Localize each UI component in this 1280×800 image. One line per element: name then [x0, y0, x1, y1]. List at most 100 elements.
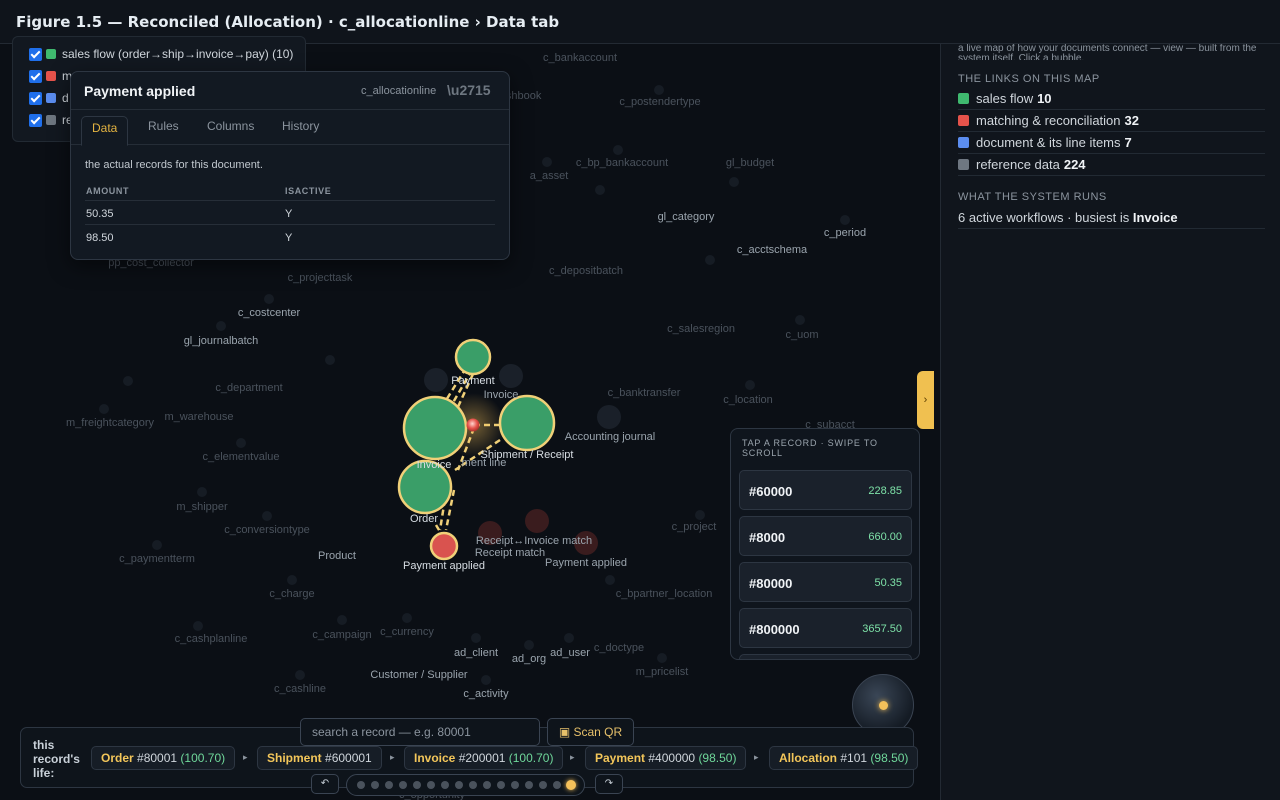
map-node-label[interactable]: gl_budget [726, 157, 774, 169]
record-card[interactable]: #800000 3657.50 [739, 608, 912, 648]
timeline-step-dot[interactable] [357, 781, 365, 789]
map-node-label[interactable]: m_warehouse [164, 411, 233, 423]
map-node-label[interactable]: c_paymentterm [119, 553, 195, 565]
background-node[interactable] [695, 510, 705, 520]
background-node[interactable] [193, 621, 203, 631]
timeline-step-dot[interactable] [385, 781, 393, 789]
timeline-scrubber[interactable] [346, 774, 585, 796]
background-node[interactable] [705, 255, 715, 265]
map-node-label[interactable]: c_conversiontype [224, 524, 310, 536]
filter-row-matching[interactable]: m [29, 69, 72, 83]
background-node[interactable] [216, 321, 226, 331]
tab-columns[interactable]: Columns [207, 119, 254, 133]
record-card[interactable] [739, 654, 912, 659]
map-node-label[interactable]: Payment applied [403, 560, 485, 572]
map-node-label[interactable]: Accounting journal [565, 431, 656, 443]
timeline-step-dot[interactable] [553, 781, 561, 789]
redo-button[interactable]: ↷ [595, 774, 623, 794]
dim-node[interactable] [424, 368, 448, 392]
timeline-step-dot[interactable] [483, 781, 491, 789]
map-node-label[interactable]: c_cashplanline [175, 633, 248, 645]
timeline-step-dot[interactable] [427, 781, 435, 789]
map-node-label[interactable]: c_depositbatch [549, 265, 623, 277]
background-node[interactable] [471, 633, 481, 643]
background-node[interactable] [729, 177, 739, 187]
map-node-label[interactable]: c_acctschema [737, 244, 807, 256]
node-payment[interactable] [454, 338, 492, 376]
map-node-label[interactable]: m_shipper [176, 501, 227, 513]
record-card[interactable]: #8000 660.00 [739, 516, 912, 556]
filter-row-reference[interactable]: re [29, 113, 73, 127]
tab-data[interactable]: Data [81, 116, 129, 146]
map-node-label[interactable]: c_salesregion [667, 323, 735, 335]
timeline-step-dot[interactable] [566, 780, 576, 790]
undo-button[interactable]: ↶ [311, 774, 339, 794]
map-node-label[interactable]: ad_user [550, 647, 590, 659]
background-node[interactable] [605, 575, 615, 585]
background-node[interactable] [657, 653, 667, 663]
background-node[interactable] [745, 380, 755, 390]
timeline-step-dot[interactable] [469, 781, 477, 789]
filter-checkbox[interactable] [29, 69, 42, 83]
map-node-label[interactable]: c_bp_bankaccount [576, 157, 668, 169]
background-node[interactable] [613, 145, 623, 155]
record-card[interactable]: #60000 228.85 [739, 470, 912, 510]
timeline-step-dot[interactable] [525, 781, 533, 789]
map-node-label[interactable]: Receipt↔Invoice match [476, 535, 592, 547]
timeline-step-dot[interactable] [511, 781, 519, 789]
timeline-step-dot[interactable] [497, 781, 505, 789]
map-node-label[interactable]: gl_category [658, 211, 715, 223]
tab-history[interactable]: History [282, 119, 319, 133]
background-node[interactable] [524, 640, 534, 650]
map-node-label[interactable]: c_currency [380, 626, 434, 638]
map-node-label[interactable]: a_asset [530, 170, 569, 182]
map-node-label[interactable]: c_elementvalue [202, 451, 279, 463]
background-node[interactable] [236, 438, 246, 448]
background-node[interactable] [262, 511, 272, 521]
map-node-label[interactable]: m_pricelist [636, 666, 689, 678]
background-node[interactable] [197, 487, 207, 497]
dim-node[interactable] [525, 509, 549, 533]
life-step-shipment[interactable]: Shipment #600001 [257, 746, 382, 770]
background-node[interactable] [795, 315, 805, 325]
map-node-label[interactable]: Payment [451, 375, 494, 387]
scan-qr-button[interactable]: ▣ Scan QR [547, 718, 634, 746]
life-step-invoice[interactable]: Invoice #200001 (100.70) [404, 746, 564, 770]
map-node-label[interactable]: c_postendertype [619, 96, 700, 108]
filter-checkbox[interactable] [29, 47, 42, 61]
map-node-label[interactable]: c_cashline [274, 683, 326, 695]
map-node-label[interactable]: Shipment / Receipt [481, 449, 574, 461]
node-focus-center[interactable] [466, 418, 480, 432]
background-node[interactable] [402, 613, 412, 623]
background-node[interactable] [337, 615, 347, 625]
map-node-label[interactable]: c_charge [269, 588, 314, 600]
life-step-payment[interactable]: Payment #400000 (98.50) [585, 746, 747, 770]
background-node[interactable] [287, 575, 297, 585]
expand-panel-tab[interactable]: › [917, 371, 934, 429]
map-node-label[interactable]: c_activity [463, 688, 508, 700]
map-node-label[interactable]: Order [410, 513, 438, 525]
map-node-label[interactable]: c_period [824, 227, 866, 239]
timeline-step-dot[interactable] [441, 781, 449, 789]
timeline-step-dot[interactable] [539, 781, 547, 789]
map-node-label[interactable]: Receipt match [475, 547, 545, 559]
map-node-label[interactable]: Payment applied [545, 557, 627, 569]
filter-row-sales[interactable]: sales flow (order→ship→invoice→pay) (10) [29, 47, 293, 61]
timeline-step-dot[interactable] [399, 781, 407, 789]
timeline-step-dot[interactable] [371, 781, 379, 789]
map-node-label[interactable]: ad_org [512, 653, 546, 665]
map-node-label[interactable]: c_bankaccount [543, 52, 617, 64]
map-node-label[interactable]: c_uom [785, 329, 818, 341]
background-node[interactable] [99, 404, 109, 414]
close-icon[interactable]: \u2715 [447, 82, 491, 98]
background-node[interactable] [123, 376, 133, 386]
map-node-label[interactable]: c_campaign [312, 629, 371, 641]
background-node[interactable] [595, 185, 605, 195]
timeline-step-dot[interactable] [413, 781, 421, 789]
map-node-label[interactable]: c_banktransfer [608, 387, 681, 399]
dim-node[interactable] [499, 364, 523, 388]
background-node[interactable] [152, 540, 162, 550]
map-node-label[interactable]: c_location [723, 394, 773, 406]
table-row[interactable]: 50.35 Y [85, 200, 495, 224]
background-node[interactable] [542, 157, 552, 167]
